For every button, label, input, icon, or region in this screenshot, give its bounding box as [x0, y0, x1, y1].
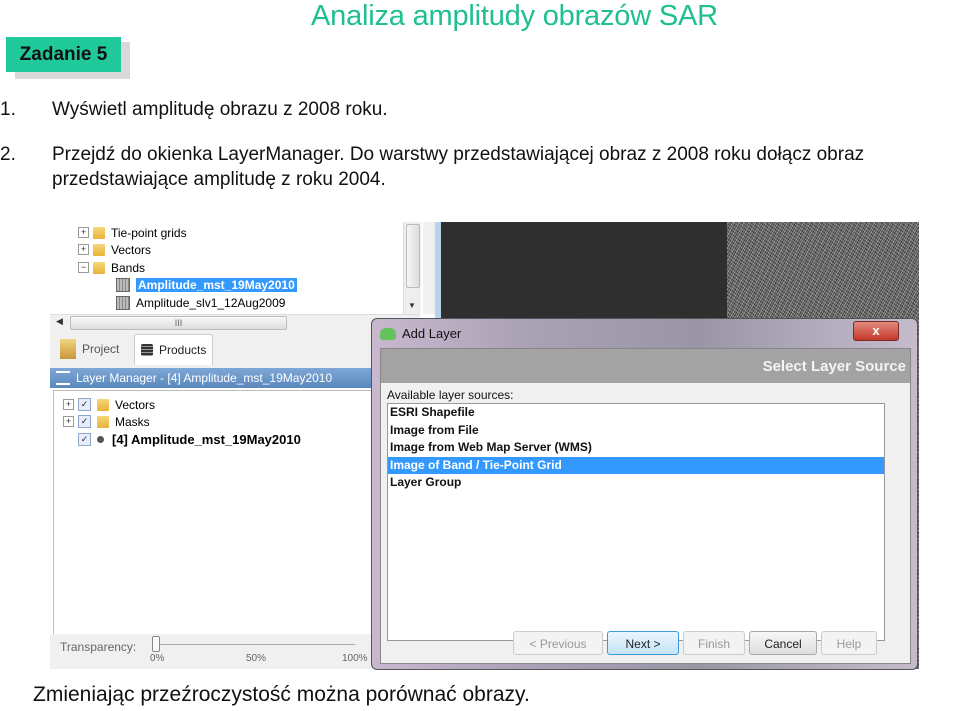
transparency-panel: Transparency: 0% 50% 100% — [50, 634, 420, 669]
vertical-scrollbar[interactable]: ▼ — [403, 222, 421, 314]
add-layer-dialog: Add Layer x Select Layer Source Availabl… — [371, 318, 918, 670]
footer-text: Zmieniając przeźroczystość można porówna… — [33, 683, 530, 706]
folder-icon — [93, 226, 105, 239]
scroll-thumb[interactable]: III — [70, 316, 287, 330]
layer-source-item[interactable]: ESRI Shapefile — [388, 404, 884, 422]
folder-icon — [93, 243, 105, 256]
product-tree: + Tie-point grids + Vectors − Bands Ampl… — [50, 222, 405, 314]
slide-title: Analiza amplitudy obrazów SAR — [311, 0, 718, 32]
step-text-line2: przedstawiające amplitudę z roku 2004. — [52, 169, 386, 190]
layer-label: Masks — [115, 414, 150, 429]
folder-icon — [93, 261, 105, 274]
tick-label: 0% — [150, 653, 165, 664]
transparency-slider-track[interactable] — [155, 644, 355, 645]
layer-checkbox[interactable]: ✓ — [78, 415, 91, 428]
layer-source-item[interactable]: Image from Web Map Server (WMS) — [388, 439, 884, 457]
layer-item-masks[interactable]: + ✓ Masks — [63, 413, 150, 430]
band-icon — [116, 295, 130, 310]
tab-products[interactable]: Products — [134, 334, 214, 365]
step-number: 2. — [0, 144, 16, 165]
expand-icon[interactable]: + — [78, 227, 89, 238]
database-icon — [141, 344, 153, 356]
layer-source-item[interactable]: Layer Group — [388, 474, 884, 492]
layer-label: Vectors — [115, 397, 156, 412]
step-text: Wyświetl amplitudę obrazu z 2008 roku. — [52, 99, 388, 120]
folder-icon — [97, 415, 109, 428]
layer-source-item[interactable]: Image of Band / Tie-Point Grid — [388, 456, 884, 474]
layer-item-vectors[interactable]: + ✓ Vectors — [63, 396, 155, 413]
image-view-dark — [441, 222, 727, 322]
layer-manager-title-text: Layer Manager - [4] Amplitude_mst_19May2… — [76, 371, 333, 385]
tab-label: Products — [159, 343, 207, 357]
layer-label: [4] Amplitude_mst_19May2010 — [112, 432, 301, 447]
cancel-button[interactable]: Cancel — [749, 631, 817, 655]
band-icon — [116, 277, 130, 292]
tick-label: 50% — [246, 653, 267, 664]
layer-checkbox[interactable]: ✓ — [78, 398, 91, 411]
tree-item-label: Amplitude_slv1_12Aug2009 — [136, 295, 286, 310]
scroll-thumb[interactable] — [406, 224, 420, 288]
tree-item-tie-point-grids[interactable]: + Tie-point grids — [78, 224, 187, 241]
finish-button[interactable]: Finish — [683, 631, 745, 655]
tree-item-vectors[interactable]: + Vectors — [78, 241, 151, 258]
layer-item-amplitude[interactable]: ✓ [4] Amplitude_mst_19May2010 — [78, 431, 301, 448]
layer-checkbox[interactable]: ✓ — [78, 433, 91, 446]
step-text-line1: Przejdź do okienka LayerManager. Do wars… — [52, 144, 865, 165]
tree-item-label: Vectors — [111, 242, 152, 257]
help-button[interactable]: Help — [821, 631, 877, 655]
next-button[interactable]: Next > — [607, 631, 679, 655]
layers-icon — [56, 371, 70, 385]
layer-source-item[interactable]: Image from File — [388, 422, 884, 440]
expand-icon[interactable]: + — [63, 399, 74, 410]
tree-item-band-mst[interactable]: Amplitude_mst_19May2010 — [116, 276, 297, 293]
transparency-slider-thumb[interactable] — [152, 636, 160, 652]
expand-icon[interactable]: + — [63, 416, 74, 427]
tree-item-label: Tie-point grids — [111, 225, 187, 240]
tree-item-bands[interactable]: − Bands — [78, 259, 145, 276]
collapse-icon[interactable]: − — [78, 262, 89, 273]
folder-icon — [97, 398, 109, 411]
project-icon — [60, 339, 76, 359]
available-sources-label: Available layer sources: — [387, 388, 514, 402]
horizontal-scrollbar[interactable]: ◀ III — [50, 314, 420, 330]
close-button[interactable]: x — [853, 321, 899, 341]
previous-button[interactable]: < Previous — [513, 631, 603, 655]
dialog-content: Select Layer Source Available layer sour… — [380, 348, 911, 664]
app-icon — [380, 328, 396, 340]
dialog-title: Add Layer — [402, 326, 462, 341]
scroll-down-icon[interactable]: ▼ — [408, 301, 416, 310]
layer-manager-title: Layer Manager - [4] Amplitude_mst_19May2… — [50, 368, 415, 388]
task-badge: Zadanie 5 — [6, 37, 121, 72]
tab-label: Project — [82, 342, 120, 356]
tree-item-label: Amplitude_mst_19May2010 — [136, 277, 297, 292]
panel-divider — [423, 222, 435, 314]
tree-item-band-slv[interactable]: Amplitude_slv1_12Aug2009 — [116, 294, 285, 311]
layer-source-list[interactable]: ESRI Shapefile Image from File Image from … — [387, 403, 885, 641]
expand-icon[interactable]: + — [78, 244, 89, 255]
dialog-header: Select Layer Source — [381, 349, 910, 383]
layer-tree: + ✓ Vectors + ✓ Masks ✓ [4] Amplitude_ms… — [53, 390, 415, 635]
tick-label: 100% — [342, 653, 368, 664]
tab-project[interactable]: Project — [60, 334, 119, 364]
raster-layer-icon — [97, 436, 104, 443]
transparency-label: Transparency: — [60, 640, 137, 654]
scroll-left-icon[interactable]: ◀ — [56, 316, 63, 327]
tree-item-label: Bands — [111, 260, 146, 275]
step-number: 1. — [0, 99, 16, 120]
